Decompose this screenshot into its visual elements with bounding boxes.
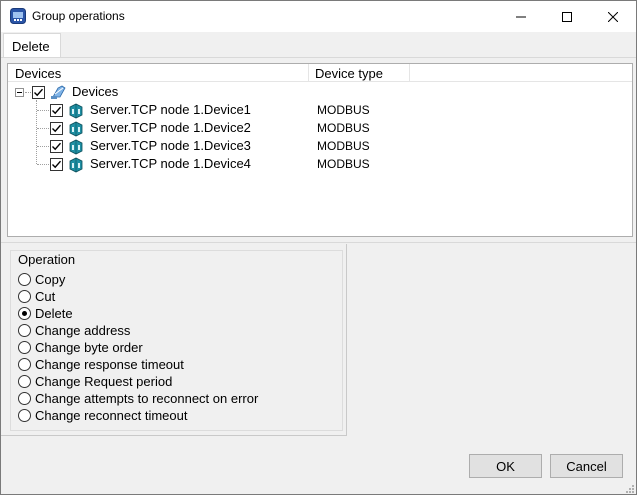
radio-button[interactable]: [18, 409, 31, 422]
title-bar[interactable]: Group operations: [1, 1, 636, 32]
minimize-icon: [516, 16, 526, 17]
tree-row[interactable]: Server.TCP node 1.Device2 MODBUS: [8, 120, 628, 138]
check-icon: [52, 142, 62, 151]
check-icon: [52, 124, 62, 133]
splitter[interactable]: [1, 240, 636, 243]
device-type: MODBUS: [317, 139, 370, 153]
collapse-toggle[interactable]: [15, 88, 24, 97]
root-checkbox[interactable]: [32, 86, 45, 99]
radio-button[interactable]: [18, 273, 31, 286]
radio-button[interactable]: [18, 392, 31, 405]
close-icon: [608, 11, 618, 22]
check-icon: [52, 160, 62, 169]
column-header-devices[interactable]: Devices: [15, 64, 309, 82]
maximize-icon: [562, 11, 572, 22]
tree-row[interactable]: Server.TCP node 1.Device4 MODBUS: [8, 156, 628, 174]
tree-line: [37, 164, 49, 165]
radio-button[interactable]: [18, 324, 31, 337]
device-label: Server.TCP node 1.Device4: [90, 156, 251, 171]
cancel-button[interactable]: Cancel: [550, 454, 623, 478]
ok-button[interactable]: OK: [469, 454, 542, 478]
devices-tree[interactable]: Devices Device type Devices Server.TCP n…: [7, 63, 633, 237]
radio-button[interactable]: [18, 290, 31, 303]
resize-grip-icon[interactable]: [623, 482, 635, 494]
radio-label: Change reconnect timeout: [35, 408, 188, 423]
check-icon: [52, 106, 62, 115]
radio-button[interactable]: [18, 341, 31, 354]
device-checkbox[interactable]: [50, 158, 63, 171]
device-label: Server.TCP node 1.Device1: [90, 102, 251, 117]
tree-line: [37, 128, 49, 129]
tree-root-label: Devices: [72, 84, 119, 99]
radio-label: Change attempts to reconnect on error: [35, 391, 259, 406]
radio-button-selected[interactable]: [18, 307, 31, 320]
radio-button[interactable]: [18, 358, 31, 371]
column-separator[interactable]: [409, 64, 410, 82]
devices-folder-icon: [50, 84, 68, 103]
radio-label: Copy: [35, 272, 66, 287]
device-checkbox[interactable]: [50, 140, 63, 153]
column-separator[interactable]: [308, 64, 309, 82]
check-icon: [34, 88, 44, 97]
tree-header: Devices Device type: [8, 64, 632, 82]
minimize-button[interactable]: [498, 1, 544, 32]
tree-root-row[interactable]: Devices: [8, 84, 628, 102]
device-checkbox[interactable]: [50, 104, 63, 117]
radio-label: Delete: [35, 306, 73, 321]
operation-group-title: Operation: [18, 252, 76, 267]
window-title: Group operations: [32, 9, 125, 23]
tree-row[interactable]: Server.TCP node 1.Device3 MODBUS: [8, 138, 628, 156]
radio-label: Cut: [35, 289, 56, 304]
radio-button[interactable]: [18, 375, 31, 388]
device-icon: [68, 157, 84, 176]
tree-line: [37, 110, 49, 111]
tab-delete[interactable]: Delete: [3, 33, 61, 57]
device-type: MODBUS: [317, 157, 370, 171]
device-type: MODBUS: [317, 103, 370, 117]
device-type: MODBUS: [317, 121, 370, 135]
device-label: Server.TCP node 1.Device2: [90, 120, 251, 135]
device-checkbox[interactable]: [50, 122, 63, 135]
tree-line: [25, 92, 31, 93]
column-header-device-type[interactable]: Device type: [315, 64, 409, 82]
app-icon: [10, 8, 26, 24]
radio-label: Change address: [35, 323, 131, 338]
close-button[interactable]: [590, 1, 636, 32]
group-operations-window: Group operations Delete Devices Device t…: [0, 0, 637, 495]
radio-label: Change Request period: [35, 374, 173, 389]
radio-label: Change byte order: [35, 340, 143, 355]
tree-line: [37, 146, 49, 147]
tree-row[interactable]: Server.TCP node 1.Device1 MODBUS: [8, 102, 628, 120]
maximize-button[interactable]: [544, 1, 590, 32]
radio-label: Change response timeout: [35, 357, 184, 372]
device-label: Server.TCP node 1.Device3: [90, 138, 251, 153]
